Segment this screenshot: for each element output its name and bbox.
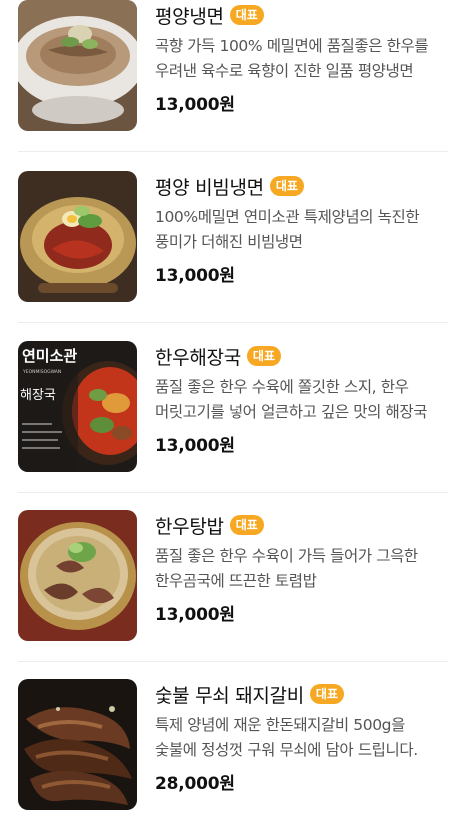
pork-galbi-photo[interactable] <box>18 679 137 810</box>
bibim-naengmyeon-photo[interactable] <box>18 171 137 302</box>
divider <box>18 151 448 152</box>
menu-item-info: 평양냉면 대표 곡향 가득 100% 메밀면에 품질좋은 한우를 우려낸 육수로… <box>155 0 448 115</box>
name-row: 평양 비빔냉면 대표 <box>155 171 448 201</box>
menu-description: 곡향 가득 100% 메밀면에 품질좋은 한우를 우려낸 육수로 육향이 진한 … <box>155 37 429 80</box>
signature-badge: 대표 <box>309 684 345 704</box>
menu-description: 특제 양념에 재운 한돈돼지갈비 500g을 숯불에 정성껏 구워 무쇠에 담아… <box>155 716 418 759</box>
menu-item-bibim-naengmyeon[interactable]: 평양 비빔냉면 대표 100%메밀면 연미소관 특제양념의 녹진한 풍미가 더해… <box>18 171 448 323</box>
menu-name: 한우해장국 <box>155 346 241 369</box>
brand-logo-text: 연미소관 <box>22 347 77 365</box>
menu-description: 품질 좋은 한우 수육이 가득 들어가 그윽한 한우곰국에 뜨끈한 토렴밥 <box>155 547 418 590</box>
menu-item-pork-galbi[interactable]: 숯불 무쇠 돼지갈비 대표 특제 양념에 재운 한돈돼지갈비 500g을 숯불에… <box>18 679 448 811</box>
name-row: 한우탕밥 대표 <box>155 510 448 540</box>
tangbap-photo[interactable] <box>18 510 137 641</box>
divider <box>18 322 448 323</box>
image-label-text: 해장국 <box>20 388 56 403</box>
naengmyeon-photo[interactable] <box>18 0 137 131</box>
signature-badge: 대표 <box>246 346 281 366</box>
menu-description: 100%메밀면 연미소관 특제양념의 녹진한 풍미가 더해진 비빔냉면 <box>155 208 420 251</box>
menu-item-hanwoo-tangbap[interactable]: 한우탕밥 대표 품질 좋은 한우 수육이 가득 들어가 그윽한 한우곰국에 뜨끈… <box>18 510 448 662</box>
menu-price: 13,000원 <box>155 436 235 456</box>
menu-name: 한우탕밥 <box>155 515 224 538</box>
menu-price: 13,000원 <box>155 95 235 115</box>
menu-description: 품질 좋은 한우 수육에 쫄깃한 스지, 한우 머릿고기를 넣어 얼큰하고 깊은… <box>155 378 428 421</box>
menu-item-info: 평양 비빔냉면 대표 100%메밀면 연미소관 특제양념의 녹진한 풍미가 더해… <box>155 171 448 286</box>
signature-badge: 대표 <box>229 515 264 535</box>
menu-item-info: 숯불 무쇠 돼지갈비 대표 특제 양념에 재운 한돈돼지갈비 500g을 숯불에… <box>155 679 448 794</box>
menu-name: 평양냉면 <box>155 5 224 28</box>
menu-item-info: 한우해장국 대표 품질 좋은 한우 수육에 쫄깃한 스지, 한우 머릿고기를 넣… <box>155 341 448 456</box>
menu-list: 평양냉면 대표 곡향 가득 100% 메밀면에 품질좋은 한우를 우려낸 육수로… <box>0 0 466 816</box>
divider <box>18 492 448 493</box>
menu-item-hanwoo-haejangguk[interactable]: 연미소관 YEONMISOGWAN 해장국 한우해장국 대표 품질 좋은 한우 … <box>18 341 448 493</box>
menu-price: 13,000원 <box>155 266 235 286</box>
menu-price: 28,000원 <box>155 774 235 794</box>
menu-price: 13,000원 <box>155 605 235 625</box>
divider <box>18 661 448 662</box>
signature-badge: 대표 <box>229 5 264 25</box>
menu-item-pyeongyang-naengmyeon[interactable]: 평양냉면 대표 곡향 가득 100% 메밀면에 품질좋은 한우를 우려낸 육수로… <box>18 0 448 152</box>
signature-badge: 대표 <box>269 176 304 196</box>
haejangguk-photo[interactable]: 연미소관 YEONMISOGWAN 해장국 <box>18 341 137 472</box>
menu-name: 평양 비빔냉면 <box>155 176 264 199</box>
name-row: 숯불 무쇠 돼지갈비 대표 <box>155 679 448 709</box>
name-row: 평양냉면 대표 <box>155 0 448 30</box>
brand-sub-text: YEONMISOGWAN <box>22 369 61 375</box>
name-row: 한우해장국 대표 <box>155 341 448 371</box>
menu-item-info: 한우탕밥 대표 품질 좋은 한우 수육이 가득 들어가 그윽한 한우곰국에 뜨끈… <box>155 510 448 625</box>
menu-name: 숯불 무쇠 돼지갈비 <box>155 684 304 707</box>
